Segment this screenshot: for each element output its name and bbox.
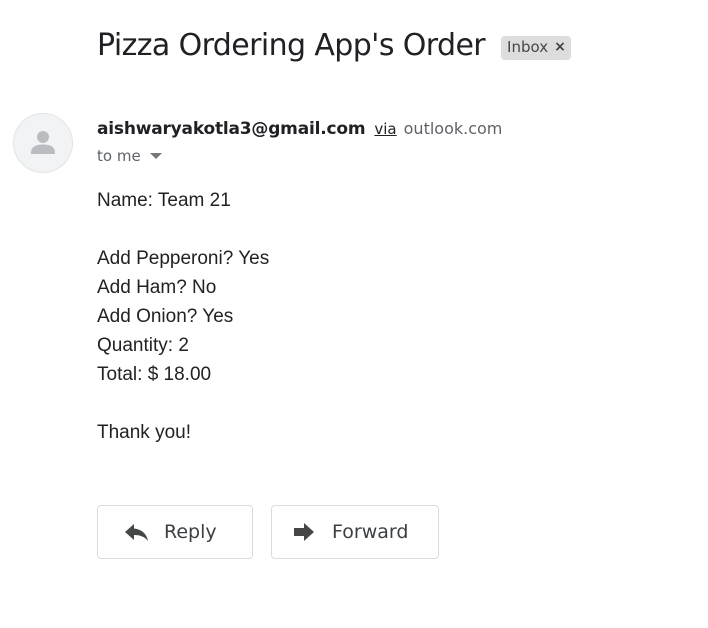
email-body: Name: Team 21 Add Pepperoni? Yes Add Ham…	[97, 186, 269, 447]
inbox-label-text: Inbox	[507, 37, 549, 56]
body-ham-line: Add Ham? No	[97, 277, 217, 298]
body-spacer	[97, 215, 269, 244]
email-view: Pizza Ordering App's Order Inbox × aishw…	[0, 0, 708, 628]
subject-row: Pizza Ordering App's Order Inbox ×	[97, 28, 571, 63]
reply-label: Reply	[164, 521, 217, 543]
forward-button[interactable]: Forward	[271, 505, 439, 559]
sender-avatar[interactable]	[13, 113, 73, 173]
forward-label: Forward	[332, 521, 409, 543]
recipient-details-toggle[interactable]: to me	[97, 147, 162, 165]
remove-label-icon[interactable]: ×	[554, 37, 566, 58]
sender-line: aishwaryakotla3@gmail.com via outlook.co…	[97, 116, 502, 141]
via-link[interactable]: via	[374, 120, 396, 138]
inbox-label-chip[interactable]: Inbox ×	[501, 35, 571, 60]
via-domain: outlook.com	[403, 119, 503, 138]
email-subject: Pizza Ordering App's Order	[97, 28, 486, 63]
body-closing-line: Thank you!	[97, 422, 191, 443]
sender-email[interactable]: aishwaryakotla3@gmail.com	[97, 119, 366, 139]
body-spacer	[97, 389, 269, 418]
forward-icon	[292, 521, 318, 543]
chevron-down-icon[interactable]	[149, 153, 162, 159]
message-actions: Reply Forward	[97, 505, 439, 559]
reply-icon	[124, 521, 150, 543]
body-pepperoni-line: Add Pepperoni? Yes	[97, 248, 270, 269]
reply-button[interactable]: Reply	[97, 505, 253, 559]
body-name-line: Name: Team 21	[97, 190, 231, 211]
body-quantity-line: Quantity: 2	[97, 335, 189, 356]
body-total-line: Total: $ 18.00	[97, 364, 212, 385]
person-icon	[31, 131, 55, 154]
body-onion-line: Add Onion? Yes	[97, 306, 234, 327]
recipient-text: to me	[97, 147, 141, 165]
